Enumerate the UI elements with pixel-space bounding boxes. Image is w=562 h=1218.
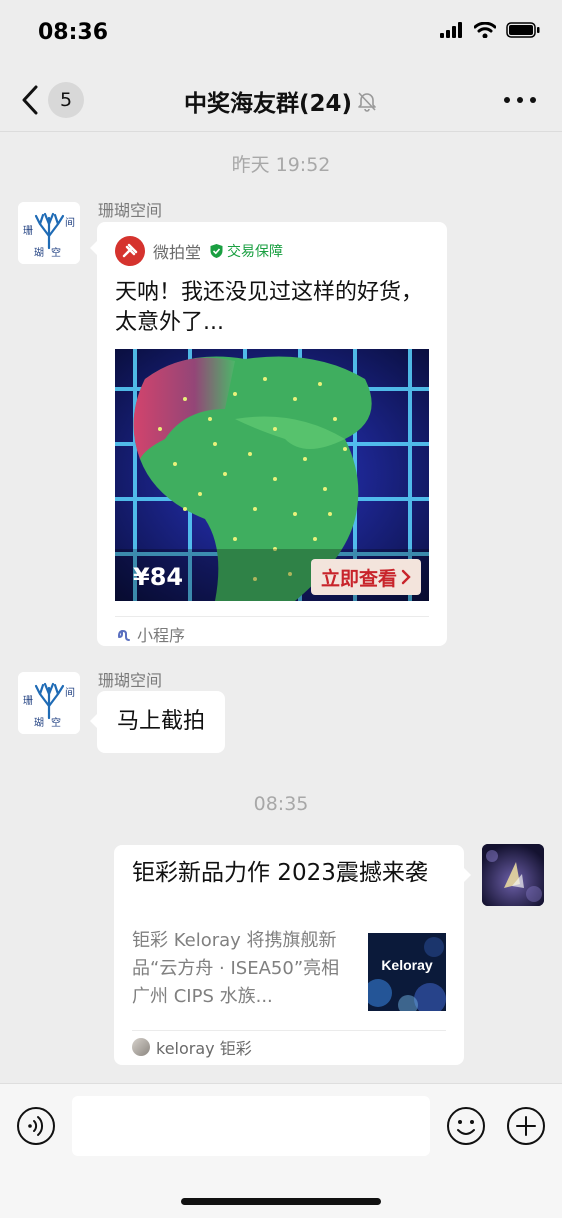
signal-icon: [440, 22, 462, 38]
mini-program-icon: [118, 629, 130, 641]
article-thumbnail: Keloray: [368, 933, 446, 1011]
chat-nav-bar: 5 中奖海友群(24): [0, 68, 562, 132]
bubble-tail: [90, 240, 98, 256]
my-avatar[interactable]: [482, 844, 544, 906]
chat-title: 中奖海友群(24): [183, 91, 353, 117]
wifi-icon: [474, 22, 496, 38]
bell-slash-icon: [358, 92, 376, 112]
emoji-button[interactable]: [446, 1106, 486, 1146]
svg-text:瑚: 瑚: [34, 247, 44, 259]
tank-avatar-image: [482, 844, 544, 906]
status-bar: 08:36: [0, 0, 562, 68]
shield-check-icon: [210, 244, 223, 258]
article-description: 钜彩 Keloray 将携旗舰新品“云方舟 · ISEA50”亮相广州 CIPS…: [132, 930, 340, 1007]
coral-product-image: ¥84 立即查看: [115, 349, 429, 601]
divider: [132, 1030, 446, 1031]
status-icons: [440, 22, 540, 38]
view-now-button[interactable]: 立即查看: [310, 559, 421, 595]
article-title: 钜彩新品力作 2023震撼来袭: [132, 860, 428, 886]
dot-icon: [517, 97, 523, 103]
view-now-label: 立即查看: [320, 567, 397, 590]
coral-logo-icon: 珊 间 瑚 空: [18, 672, 80, 734]
text-bubble[interactable]: 马上截拍: [90, 691, 226, 753]
mini-program-footer: 小程序: [115, 622, 185, 646]
mini-program-source: 微拍堂: [153, 243, 202, 262]
mini-program-title: 天呐！我还没见过这样的好货，太意外了...: [115, 280, 424, 335]
avatar[interactable]: 珊 间 瑚 空: [18, 202, 80, 264]
status-time: 08:36: [38, 20, 109, 45]
chevron-right-icon: [401, 569, 411, 585]
source-account-icon: [132, 1038, 150, 1056]
product-price: ¥84: [133, 563, 184, 591]
guarantee-label: 交易保障: [227, 244, 284, 260]
svg-text:间: 间: [65, 216, 75, 229]
article-card[interactable]: 钜彩新品力作 2023震撼来袭 钜彩 Keloray 将携旗舰新品“云方舟 · …: [114, 845, 471, 1065]
voice-icon: [17, 1107, 55, 1145]
svg-text:瑚: 瑚: [34, 717, 44, 729]
svg-text:空: 空: [51, 716, 61, 729]
thumbnail-brand-text: Keloray: [381, 957, 433, 973]
weipaitang-logo-icon: [115, 236, 145, 266]
dot-icon: [530, 97, 536, 103]
article-source: keloray 钜彩: [156, 1039, 252, 1058]
svg-text:空: 空: [51, 246, 61, 259]
battery-icon: [506, 22, 540, 38]
svg-text:间: 间: [65, 686, 75, 699]
timestamp: 08:35: [253, 793, 309, 815]
mini-program-header: 微拍堂 交易保障: [115, 236, 283, 266]
mini-program-card[interactable]: 微拍堂 交易保障 天呐！我还没见过这样的好货，太意外了... ¥84 立即查看 …: [90, 222, 447, 646]
coral-logo-icon: 珊 间 瑚 空: [18, 202, 80, 264]
more-functions-button[interactable]: [506, 1106, 546, 1146]
divider: [115, 616, 429, 617]
more-options-button[interactable]: [504, 90, 536, 110]
smile-icon: [447, 1107, 485, 1145]
article-footer: keloray 钜彩: [132, 1035, 252, 1059]
bubble-tail: [463, 867, 471, 883]
plus-circle-icon: [507, 1107, 545, 1145]
svg-text:珊: 珊: [23, 225, 33, 237]
home-indicator[interactable]: [181, 1198, 381, 1205]
dot-icon: [504, 97, 510, 103]
avatar[interactable]: 珊 间 瑚 空: [18, 672, 80, 734]
voice-input-button[interactable]: [16, 1106, 56, 1146]
guarantee-badge: 交易保障: [209, 241, 283, 261]
bubble-tail: [90, 713, 98, 729]
sender-name: 珊瑚空间: [98, 671, 163, 690]
chat-title-wrap: 中奖海友群(24): [0, 84, 562, 118]
timestamp: 昨天 19:52: [231, 154, 331, 176]
sender-name: 珊瑚空间: [98, 201, 163, 220]
mini-program-label: 小程序: [137, 626, 186, 645]
svg-text:珊: 珊: [23, 695, 33, 707]
message-text: 马上截拍: [117, 709, 206, 734]
message-input[interactable]: [72, 1096, 430, 1156]
